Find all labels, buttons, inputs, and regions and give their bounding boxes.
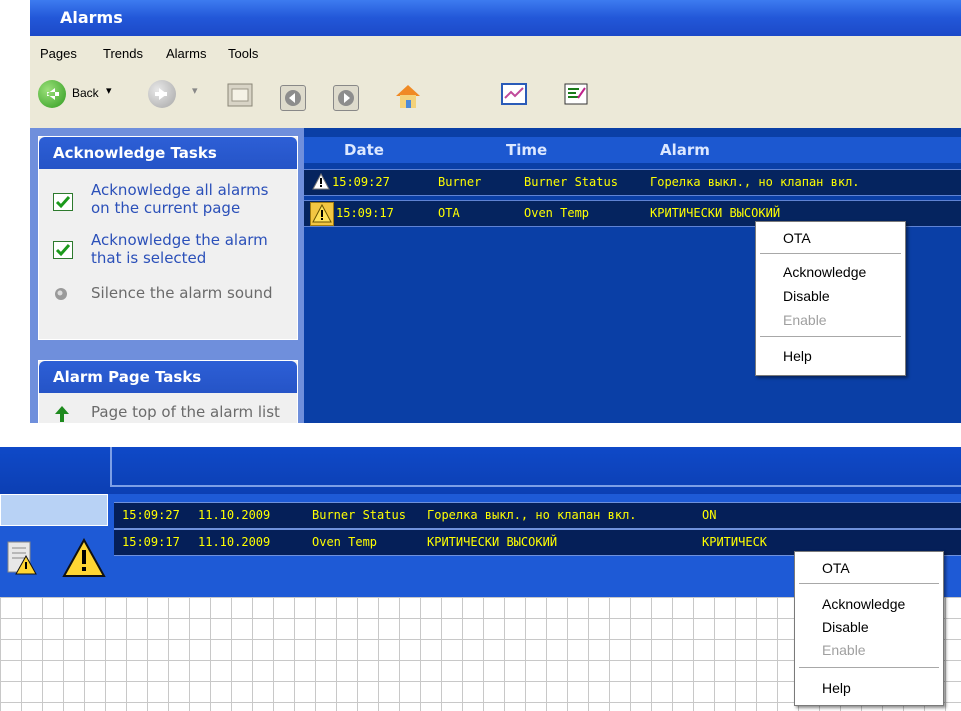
- forward-button[interactable]: ▾: [148, 80, 198, 108]
- banner-description: Горелка выкл., но клапан вкл.: [427, 508, 637, 522]
- alarm-list-header: Date Time Alarm: [304, 137, 961, 163]
- menu-pages[interactable]: Pages: [40, 46, 77, 61]
- left-arrow-icon: [285, 90, 301, 106]
- banner-name: Burner Status: [312, 508, 406, 522]
- alarm-name: Burner Status: [524, 175, 618, 189]
- menu-trends[interactable]: Trends: [103, 46, 143, 61]
- menu-separator: [760, 336, 901, 338]
- warning-icon: [62, 537, 106, 578]
- window-title: Alarms: [60, 8, 123, 27]
- task-acknowledge-selected[interactable]: Acknowledge the alarm that is selected: [91, 231, 268, 267]
- speaker-icon: [53, 285, 71, 303]
- report-icon: [0, 538, 37, 576]
- warning-icon: [312, 173, 330, 190]
- alarm-time: 15:09:17: [336, 206, 394, 220]
- folder-icon: [227, 83, 253, 107]
- column-time[interactable]: Time: [506, 141, 547, 159]
- next-page-button[interactable]: [333, 85, 359, 111]
- menu-enable: Enable: [783, 312, 827, 328]
- banner-top-bar: [0, 447, 961, 494]
- alarm-tag: Burner: [438, 175, 482, 189]
- banner-tab[interactable]: [0, 494, 108, 526]
- back-arrow-icon: [38, 80, 66, 108]
- table-row[interactable]: 15:09:27 Burner Burner Status Горелка вы…: [304, 169, 961, 196]
- home-button[interactable]: [392, 80, 424, 108]
- context-menu: OTA Acknowledge Disable Enable Help: [755, 221, 906, 376]
- menu-bar: Pages Trends Alarms Tools: [30, 36, 961, 73]
- trend-button[interactable]: [500, 80, 528, 108]
- acknowledge-tasks-panel: Acknowledge Tasks Acknowledge all alarms…: [38, 136, 298, 340]
- home-icon: [396, 85, 420, 108]
- context-menu-header: OTA: [783, 230, 811, 246]
- acknowledge-tasks-header[interactable]: Acknowledge Tasks: [39, 137, 297, 169]
- title-bar: Alarms: [30, 0, 961, 36]
- back-button[interactable]: Back ▾: [38, 80, 118, 108]
- column-date[interactable]: Date: [344, 141, 384, 159]
- back-dropdown-icon[interactable]: ▾: [106, 84, 112, 97]
- chart-icon: [501, 83, 527, 105]
- menu-tools[interactable]: Tools: [228, 46, 258, 61]
- warning-icon: [310, 202, 334, 226]
- banner-date: 11.10.2009: [198, 508, 271, 522]
- report-icon: [564, 83, 588, 105]
- alarm-description: Горелка выкл., но клапан вкл.: [650, 175, 860, 189]
- alarm-description: КРИТИЧЕСКИ ВЫСОКИЙ: [650, 206, 781, 220]
- menu-separator: [799, 667, 939, 669]
- banner-description: КРИТИЧЕСКИ ВЫСОКИЙ: [427, 535, 558, 549]
- alarm-tag: OTA: [438, 206, 460, 220]
- menu-separator: [799, 583, 939, 585]
- alarm-time: 15:09:27: [332, 175, 390, 189]
- banner-time: 15:09:27: [122, 508, 180, 522]
- table-row[interactable]: 15:09:27 11.10.2009 Burner Status Горелк…: [114, 502, 961, 529]
- alarm-name: Oven Temp: [524, 206, 590, 220]
- menu-acknowledge[interactable]: Acknowledge: [822, 596, 905, 612]
- report-button[interactable]: [562, 80, 590, 108]
- banner-date: 11.10.2009: [198, 535, 271, 549]
- up-arrow-icon: [53, 405, 71, 423]
- alarm-page-tasks-header[interactable]: Alarm Page Tasks: [39, 361, 297, 393]
- context-menu: OTA Acknowledge Disable Enable Help: [794, 551, 944, 706]
- menu-enable: Enable: [822, 642, 866, 658]
- context-menu-header: OTA: [822, 560, 850, 576]
- check-icon: [53, 241, 73, 259]
- menu-alarms[interactable]: Alarms: [166, 46, 206, 61]
- toolbar: Back ▾ ▾: [30, 72, 961, 129]
- forward-dropdown-icon[interactable]: ▾: [192, 84, 198, 97]
- right-arrow-icon: [338, 90, 354, 106]
- banner-name: Oven Temp: [312, 535, 378, 549]
- column-alarm[interactable]: Alarm: [660, 141, 710, 159]
- folder-button[interactable]: [225, 80, 255, 108]
- banner-state: ON: [702, 508, 717, 522]
- menu-help[interactable]: Help: [783, 348, 812, 364]
- task-pane: Acknowledge Tasks Acknowledge all alarms…: [30, 128, 304, 423]
- menu-acknowledge[interactable]: Acknowledge: [783, 264, 866, 280]
- task-acknowledge-all[interactable]: Acknowledge all alarms on the current pa…: [91, 181, 269, 217]
- check-icon: [53, 193, 73, 211]
- menu-separator: [760, 253, 901, 255]
- task-silence-sound[interactable]: Silence the alarm sound: [91, 284, 273, 302]
- banner-time: 15:09:17: [122, 535, 180, 549]
- forward-arrow-icon: [148, 80, 176, 108]
- back-label: Back: [72, 86, 99, 100]
- menu-disable[interactable]: Disable: [783, 288, 830, 304]
- banner-state: КРИТИЧЕСК: [702, 535, 768, 549]
- menu-help[interactable]: Help: [822, 680, 851, 696]
- alarm-page-tasks-panel: Alarm Page Tasks Page top of the alarm l…: [38, 360, 298, 423]
- menu-disable[interactable]: Disable: [822, 619, 869, 635]
- previous-page-button[interactable]: [280, 85, 306, 111]
- task-page-top[interactable]: Page top of the alarm list: [91, 403, 280, 421]
